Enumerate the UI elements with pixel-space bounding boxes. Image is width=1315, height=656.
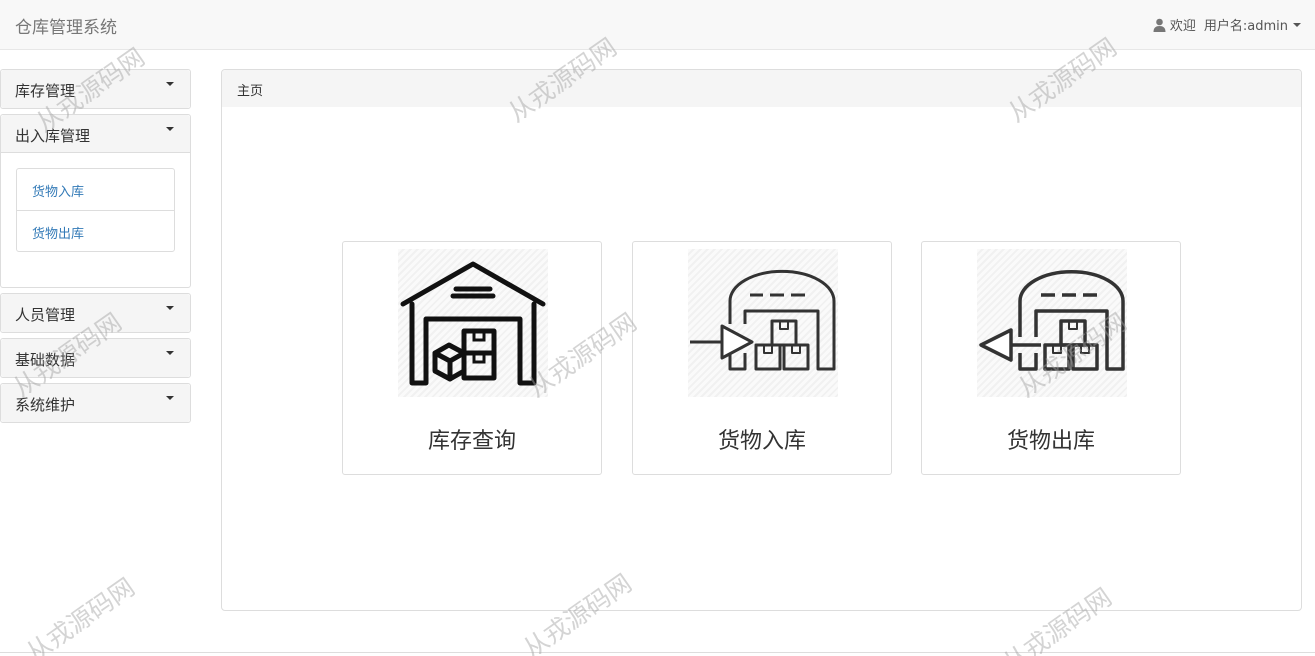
card-goods-outbound[interactable]: 货物出库 bbox=[921, 241, 1181, 475]
top-navbar: 仓库管理系统 欢迎 用户名:admin bbox=[0, 0, 1315, 50]
sidebar-item-label: 基础数据 bbox=[15, 351, 76, 369]
chevron-down-icon bbox=[166, 396, 174, 400]
chevron-down-icon bbox=[166, 351, 174, 355]
user-icon bbox=[1153, 18, 1166, 32]
sidebar-item-label: 库存管理 bbox=[15, 82, 76, 100]
sidebar-item-personnel[interactable]: 人员管理 bbox=[1, 294, 190, 332]
chevron-down-icon[interactable] bbox=[1293, 22, 1301, 27]
watermark: 从戎源码网 bbox=[20, 572, 140, 656]
sidebar: 库存管理 出入库管理 货物入库 货物出库 人员管理 基础数据 系统维护 bbox=[0, 69, 191, 428]
sidebar-item-label: 系统维护 bbox=[15, 396, 76, 414]
sidebar-item-label: 出入库管理 bbox=[15, 127, 91, 145]
submenu-item-inbound[interactable]: 货物入库 bbox=[17, 169, 174, 210]
warehouse-outbound-icon bbox=[977, 249, 1127, 397]
sidebar-item-system[interactable]: 系统维护 bbox=[1, 384, 190, 422]
sidebar-group-system: 系统维护 bbox=[0, 383, 191, 423]
chevron-down-icon bbox=[166, 82, 174, 86]
sidebar-group-stock-io: 出入库管理 货物入库 货物出库 bbox=[0, 114, 191, 288]
sidebar-group-inventory: 库存管理 bbox=[0, 69, 191, 109]
app-title[interactable]: 仓库管理系统 bbox=[15, 13, 117, 38]
card-goods-inbound[interactable]: 货物入库 bbox=[632, 241, 892, 475]
sidebar-group-personnel: 人员管理 bbox=[0, 293, 191, 333]
card-inventory-query[interactable]: 库存查询 bbox=[342, 241, 602, 475]
chevron-down-icon bbox=[166, 306, 174, 310]
sidebar-item-label: 人员管理 bbox=[15, 306, 76, 324]
sidebar-group-basic-data: 基础数据 bbox=[0, 338, 191, 378]
sidebar-item-inventory[interactable]: 库存管理 bbox=[1, 70, 190, 108]
warehouse-inbound-icon bbox=[688, 249, 838, 397]
submenu-item-outbound[interactable]: 货物出库 bbox=[17, 210, 174, 251]
sidebar-submenu: 货物入库 货物出库 bbox=[1, 153, 190, 287]
welcome-text: 欢迎 bbox=[1169, 19, 1196, 34]
chevron-down-icon bbox=[166, 127, 174, 131]
sidebar-item-basic-data[interactable]: 基础数据 bbox=[1, 339, 190, 377]
username-label[interactable]: 用户名:admin bbox=[1204, 15, 1288, 34]
main-panel: 主页 库存查询 货物入库 货物出库 bbox=[221, 69, 1302, 611]
sidebar-item-stock-io[interactable]: 出入库管理 bbox=[1, 115, 190, 153]
card-label: 货物入库 bbox=[717, 429, 806, 454]
user-menu[interactable]: 欢迎 用户名:admin bbox=[1153, 15, 1301, 34]
page-title: 主页 bbox=[222, 70, 1301, 107]
card-label: 库存查询 bbox=[427, 429, 516, 454]
footer-divider bbox=[0, 652, 1315, 653]
card-label: 货物出库 bbox=[1006, 429, 1095, 454]
submenu-list: 货物入库 货物出库 bbox=[16, 168, 175, 252]
warehouse-boxes-icon bbox=[398, 249, 548, 397]
